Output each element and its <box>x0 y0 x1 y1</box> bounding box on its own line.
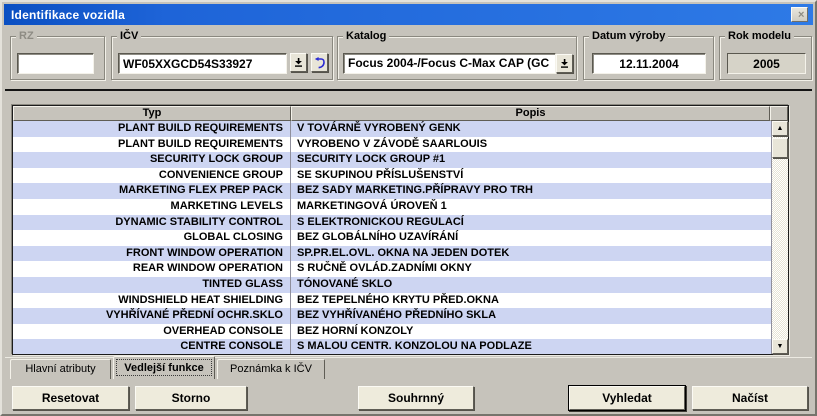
table-row[interactable]: SECURITY LOCK GROUP SECURITY LOCK GROUP … <box>13 152 771 168</box>
close-button[interactable]: × <box>791 7 808 22</box>
souhrnny-button[interactable]: Souhrnný <box>358 386 474 410</box>
resetovat-button[interactable]: Resetovat <box>12 386 129 410</box>
undo-icon <box>314 57 325 69</box>
drop-arrow-underline-icon <box>560 59 569 68</box>
column-header-popis: Popis <box>291 106 770 121</box>
table-cell-popis: S ELEKTRONICKOU REGULACÍ <box>291 215 771 231</box>
scroll-down-button[interactable]: ▼ <box>772 339 788 354</box>
table-row[interactable]: CENTRE CONSOLE S MALOU CENTR. KONZOLOU N… <box>13 339 771 354</box>
table-row[interactable]: MARKETING FLEX PREP PACK BEZ SADY MARKET… <box>13 183 771 199</box>
table-cell-typ: REAR WINDOW OPERATION <box>13 261 291 277</box>
table-body: PLANT BUILD REQUIREMENTS V TOVÁRNĚ VYROB… <box>13 121 771 354</box>
table-row[interactable]: CONVENIENCE GROUP SE SKUPINOU PŘÍSLUŠENS… <box>13 168 771 184</box>
table-cell-popis: MARKETINGOVÁ ÚROVEŇ 1 <box>291 199 771 215</box>
table-row[interactable]: OVERHEAD CONSOLE BEZ HORNÍ KONZOLY <box>13 324 771 340</box>
katalog-dropdown-button[interactable] <box>556 54 573 73</box>
tab-hlavni-atributy[interactable]: Hlavní atributy <box>10 359 111 379</box>
table-row[interactable]: TINTED GLASS TÓNOVANÉ SKLO <box>13 277 771 293</box>
table-cell-typ: OVERHEAD CONSOLE <box>13 324 291 340</box>
table-cell-popis: BEZ GLOBÁLNÍHO UZAVÍRÁNÍ <box>291 230 771 246</box>
vertical-scrollbar[interactable]: ▲ ▼ <box>771 121 788 354</box>
table-cell-popis: SP.PR.EL.OVL. OKNA NA JEDEN DOTEK <box>291 246 771 262</box>
group-katalog: Katalog Focus 2004-/Focus C-Max CAP (GC <box>337 36 577 80</box>
datum-vyroby-input[interactable] <box>592 53 706 74</box>
table-cell-popis: BEZ HORNÍ KONZOLY <box>291 324 771 340</box>
group-icv: IČV <box>111 36 333 80</box>
table-cell-typ: VYHŘÍVANÉ PŘEDNÍ OCHR.SKLO <box>13 308 291 324</box>
table-cell-popis: SE SKUPINOU PŘÍSLUŠENSTVÍ <box>291 168 771 184</box>
storno-button[interactable]: Storno <box>135 386 247 410</box>
icv-input[interactable] <box>118 53 287 74</box>
window-title: Identifikace vozidla <box>4 8 125 22</box>
scroll-up-button[interactable]: ▲ <box>772 121 788 136</box>
table-cell-popis: BEZ SADY MARKETING.PŘÍPRAVY PRO TRH <box>291 183 771 199</box>
titlebar: Identifikace vozidla × <box>4 4 813 25</box>
icv-label: IČV <box>117 29 141 43</box>
vyhledat-button[interactable]: Vyhledat <box>569 386 685 410</box>
table-row[interactable]: DYNAMIC STABILITY CONTROL S ELEKTRONICKO… <box>13 215 771 231</box>
table-cell-typ: PLANT BUILD REQUIREMENTS <box>13 137 291 153</box>
scrollbar-thumb[interactable] <box>772 138 788 158</box>
table-row[interactable]: GLOBAL CLOSING BEZ GLOBÁLNÍHO UZAVÍRÁNÍ <box>13 230 771 246</box>
table-cell-typ: CENTRE CONSOLE <box>13 339 291 354</box>
table-row[interactable]: REAR WINDOW OPERATION S RUČNĚ OVLÁD.ZADN… <box>13 261 771 277</box>
table-cell-typ: FRONT WINDOW OPERATION <box>13 246 291 262</box>
table-row[interactable]: FRONT WINDOW OPERATION SP.PR.EL.OVL. OKN… <box>13 246 771 262</box>
dialog-identifikace-vozidla: Identifikace vozidla × RZ IČV <box>0 0 817 416</box>
drop-arrow-underline-icon <box>294 58 303 67</box>
icv-dropdown-button[interactable] <box>290 53 307 72</box>
icv-undo-button[interactable] <box>311 53 328 72</box>
table-cell-typ: SECURITY LOCK GROUP <box>13 152 291 168</box>
katalog-combobox[interactable]: Focus 2004-/Focus C-Max CAP (GC <box>343 53 556 74</box>
table-cell-popis: S RUČNĚ OVLÁD.ZADNÍMI OKNY <box>291 261 771 277</box>
nacist-button[interactable]: Načíst <box>692 386 808 410</box>
table-cell-popis: S MALOU CENTR. KONZOLOU NA PODLAZE <box>291 339 771 354</box>
rok-modelu-value: 2005 <box>727 53 806 74</box>
table-cell-typ: PLANT BUILD REQUIREMENTS <box>13 121 291 137</box>
table-cell-typ: GLOBAL CLOSING <box>13 230 291 246</box>
tab-poznamka-k-icv[interactable]: Poznámka k IČV <box>217 359 325 379</box>
group-rz: RZ <box>10 36 105 80</box>
table-header: Typ Popis <box>13 106 788 121</box>
column-header-stub <box>770 106 788 121</box>
table-cell-popis: SECURITY LOCK GROUP #1 <box>291 152 771 168</box>
datum-vyroby-label: Datum výroby <box>589 29 668 43</box>
table-cell-popis: VYROBENO V ZÁVODĚ SAARLOUIS <box>291 137 771 153</box>
table-row[interactable]: PLANT BUILD REQUIREMENTS VYROBENO V ZÁVO… <box>13 137 771 153</box>
group-rok-modelu: Rok modelu 2005 <box>719 36 812 80</box>
table-cell-popis: TÓNOVANÉ SKLO <box>291 277 771 293</box>
katalog-label: Katalog <box>343 29 389 43</box>
table-row[interactable]: WINDSHIELD HEAT SHIELDING BEZ TEPELNÉHO … <box>13 293 771 309</box>
table-cell-typ: DYNAMIC STABILITY CONTROL <box>13 215 291 231</box>
table-cell-popis: BEZ VYHŘÍVANÉHO PŘEDNÍHO SKLA <box>291 308 771 324</box>
table-cell-popis: BEZ TEPELNÉHO KRYTU PŘED.OKNA <box>291 293 771 309</box>
rz-input[interactable] <box>17 53 94 74</box>
table-row[interactable]: PLANT BUILD REQUIREMENTS V TOVÁRNĚ VYROB… <box>13 121 771 137</box>
table-cell-typ: MARKETING LEVELS <box>13 199 291 215</box>
table-row[interactable]: MARKETING LEVELS MARKETINGOVÁ ÚROVEŇ 1 <box>13 199 771 215</box>
horizontal-divider <box>5 89 812 91</box>
table-cell-popis: V TOVÁRNĚ VYROBENÝ GENK <box>291 121 771 137</box>
table-cell-typ: TINTED GLASS <box>13 277 291 293</box>
column-header-typ: Typ <box>13 106 291 121</box>
group-datum-vyroby: Datum výroby <box>583 36 714 80</box>
table-cell-typ: WINDSHIELD HEAT SHIELDING <box>13 293 291 309</box>
rz-label: RZ <box>16 29 37 43</box>
attributes-table: Typ Popis PLANT BUILD REQUIREMENTS V TOV… <box>12 105 789 355</box>
table-cell-typ: CONVENIENCE GROUP <box>13 168 291 184</box>
table-cell-typ: MARKETING FLEX PREP PACK <box>13 183 291 199</box>
tab-vedlejsi-funkce[interactable]: Vedlejší funkce <box>113 356 215 379</box>
rok-modelu-label: Rok modelu <box>725 29 794 43</box>
table-row[interactable]: VYHŘÍVANÉ PŘEDNÍ OCHR.SKLO BEZ VYHŘÍVANÉ… <box>13 308 771 324</box>
